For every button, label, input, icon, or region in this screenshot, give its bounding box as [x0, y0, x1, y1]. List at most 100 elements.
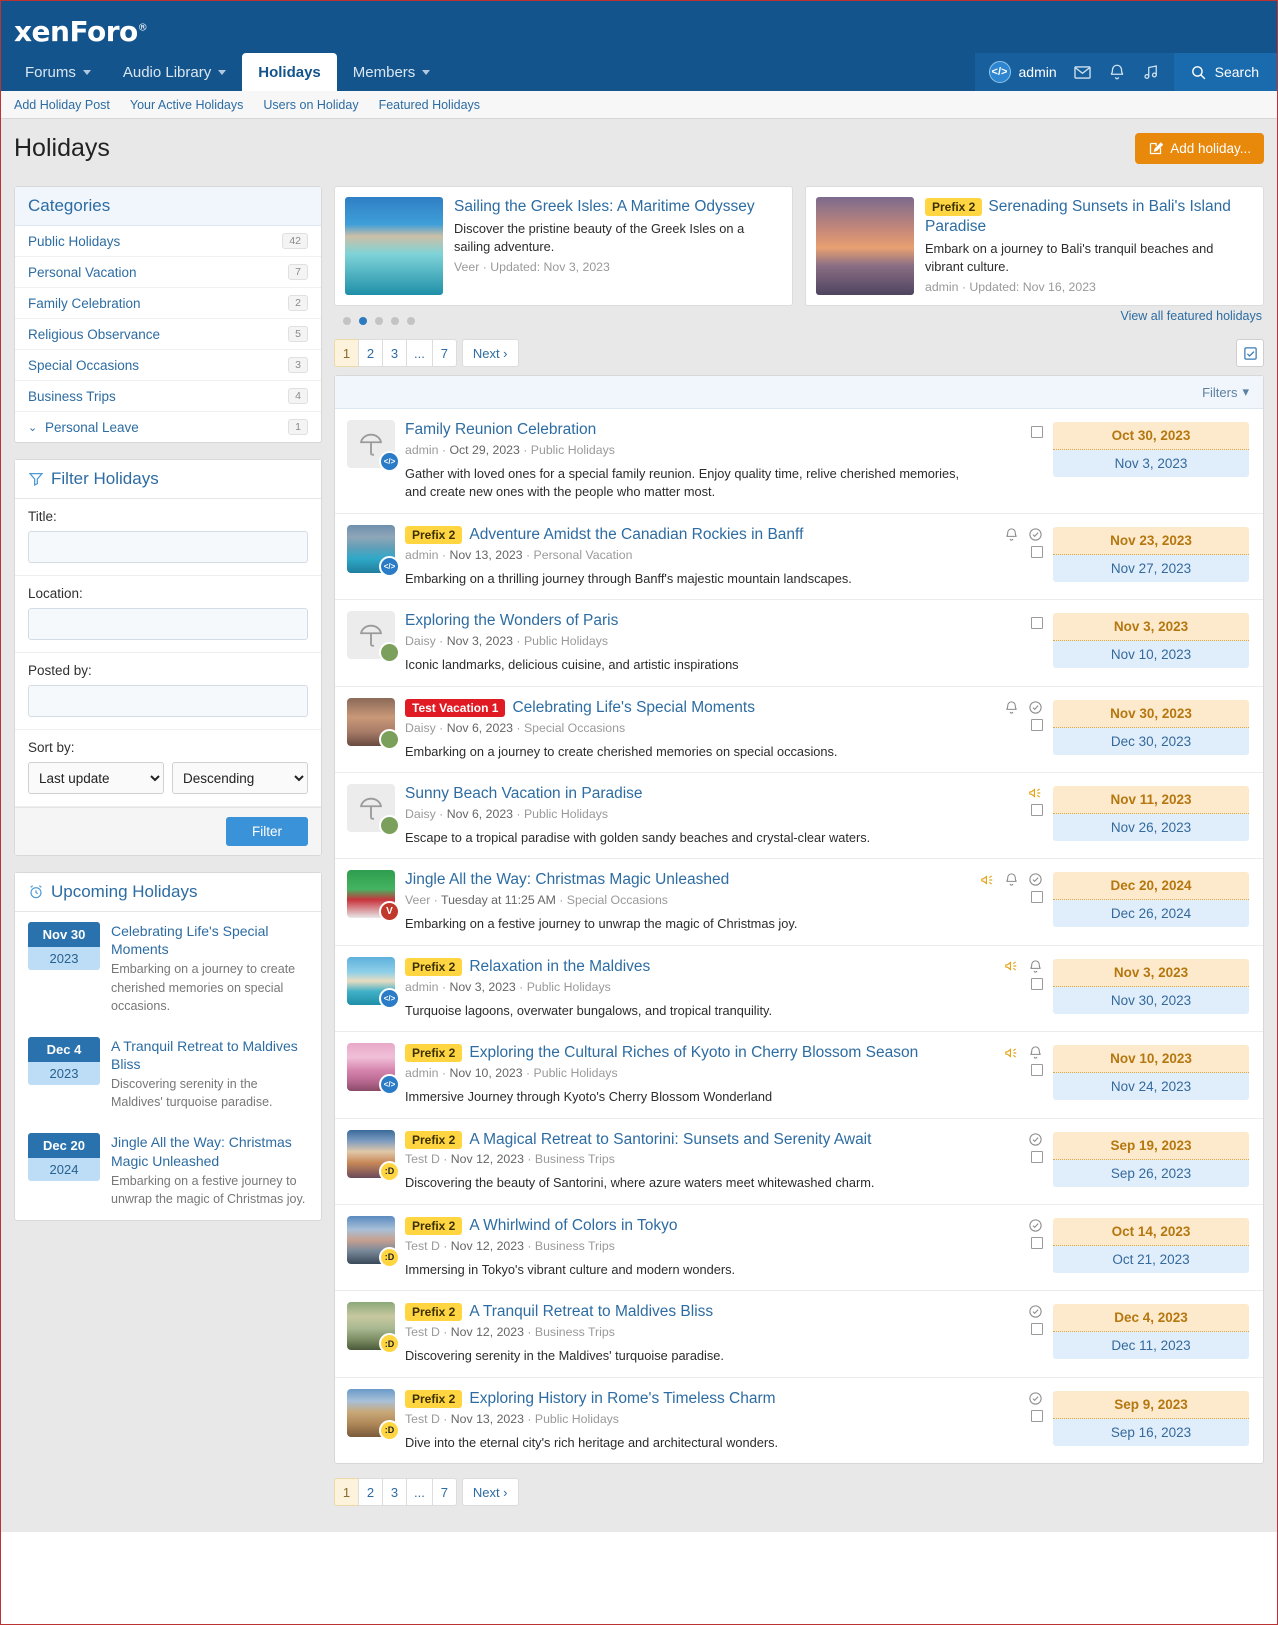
filter-input-posted-by[interactable] [28, 685, 308, 717]
category-item-public-holidays[interactable]: Public Holidays42 [15, 226, 321, 257]
holiday-row[interactable]: </>Prefix 2Adventure Amidst the Canadian… [335, 514, 1263, 600]
category-item-personal-vacation[interactable]: Personal Vacation7 [15, 257, 321, 288]
nav-tab-audio-library[interactable]: Audio Library [107, 53, 242, 91]
subnav-item-users-on-holiday[interactable]: Users on Holiday [263, 98, 358, 112]
carousel-dot[interactable] [359, 317, 367, 325]
carousel-dot[interactable] [375, 317, 383, 325]
holiday-title-link[interactable]: Exploring the Wonders of Paris [405, 611, 618, 631]
search-button[interactable]: Search [1174, 53, 1277, 91]
page-link-1[interactable]: 1 [334, 339, 359, 367]
chevron-down-icon[interactable]: ⌄ [28, 421, 39, 434]
page-link-2[interactable]: 2 [358, 1478, 383, 1506]
author-avatar[interactable]: </> [347, 525, 395, 573]
upcoming-title-link[interactable]: A Tranquil Retreat to Maldives Bliss [111, 1037, 308, 1073]
holiday-title-link[interactable]: A Whirlwind of Colors in Tokyo [469, 1216, 677, 1236]
holiday-author[interactable]: admin [405, 548, 439, 562]
holiday-title-link[interactable]: A Magical Retreat to Santorini: Sunsets … [469, 1130, 871, 1150]
prefix-badge[interactable]: Prefix 2 [405, 1217, 462, 1235]
holiday-category[interactable]: Public Holidays [534, 1066, 618, 1080]
holiday-title-link[interactable]: Exploring History in Rome's Timeless Cha… [469, 1389, 775, 1409]
holiday-category[interactable]: Public Holidays [524, 634, 608, 648]
holiday-title-link[interactable]: Family Reunion Celebration [405, 420, 596, 440]
holiday-author[interactable]: Veer [405, 893, 430, 907]
author-avatar[interactable] [347, 611, 395, 659]
holiday-title-link[interactable]: Adventure Amidst the Canadian Rockies in… [469, 525, 803, 545]
holiday-author[interactable]: Daisy [405, 807, 436, 821]
holiday-title-link[interactable]: Exploring the Cultural Riches of Kyoto i… [469, 1043, 918, 1063]
carousel-dot[interactable] [343, 317, 351, 325]
add-holiday-button[interactable]: Add holiday... [1135, 133, 1264, 164]
upcoming-item[interactable]: Dec 42023A Tranquil Retreat to Maldives … [15, 1027, 321, 1124]
inbox-icon[interactable] [1073, 63, 1092, 82]
author-avatar[interactable] [347, 698, 395, 746]
next-page-button[interactable]: Next › [462, 339, 519, 367]
prefix-badge[interactable]: Test Vacation 1 [405, 699, 505, 717]
music-note-icon[interactable] [1142, 63, 1160, 81]
category-item-religious-observance[interactable]: Religious Observance5 [15, 319, 321, 350]
prefix-badge[interactable]: Prefix 2 [405, 1131, 462, 1149]
row-checkbox[interactable] [1031, 1151, 1043, 1163]
carousel-dot[interactable] [407, 317, 415, 325]
holiday-row[interactable]: Exploring the Wonders of ParisDaisy · No… [335, 600, 1263, 686]
holiday-title-link[interactable]: Relaxation in the Maldives [469, 957, 650, 977]
holiday-author[interactable]: Daisy [405, 721, 436, 735]
holiday-author[interactable]: Test D [405, 1412, 440, 1426]
page-link-ellipsisellipsisellipsis[interactable]: ... [406, 1478, 433, 1506]
nav-tab-members[interactable]: Members [337, 53, 447, 91]
row-checkbox[interactable] [1031, 978, 1043, 990]
row-checkbox[interactable] [1031, 426, 1043, 438]
filter-input-title[interactable] [28, 531, 308, 563]
nav-tab-forums[interactable]: Forums [9, 53, 107, 91]
holiday-row[interactable]: VJingle All the Way: Christmas Magic Unl… [335, 859, 1263, 945]
subnav-item-your-active-holidays[interactable]: Your Active Holidays [130, 98, 244, 112]
prefix-badge[interactable]: Prefix 2 [405, 1390, 462, 1408]
author-avatar[interactable]: </> [347, 420, 395, 468]
account-menu[interactable]: </> admin [989, 61, 1057, 83]
filter-submit-button[interactable]: Filter [226, 817, 308, 846]
upcoming-title-link[interactable]: Celebrating Life's Special Moments [111, 922, 308, 958]
next-page-button[interactable]: Next › [462, 1478, 519, 1506]
prefix-badge[interactable]: Prefix 2 [405, 1303, 462, 1321]
holiday-row[interactable]: </>Prefix 2Relaxation in the Maldivesadm… [335, 946, 1263, 1032]
site-logo[interactable]: xenForo® [14, 15, 147, 48]
holiday-row[interactable]: </>Prefix 2Exploring the Cultural Riches… [335, 1032, 1263, 1118]
featured-title-link[interactable]: Prefix 2Serenading Sunsets in Bali's Isl… [925, 197, 1253, 237]
holiday-category[interactable]: Special Occasions [567, 893, 668, 907]
nav-tab-holidays[interactable]: Holidays [242, 53, 337, 91]
category-item-special-occasions[interactable]: Special Occasions3 [15, 350, 321, 381]
featured-title-link[interactable]: Sailing the Greek Isles: A Maritime Odys… [454, 197, 782, 217]
holiday-author[interactable]: Test D [405, 1325, 440, 1339]
upcoming-item[interactable]: Nov 302023Celebrating Life's Special Mom… [15, 912, 321, 1027]
subnav-item-add-holiday-post[interactable]: Add Holiday Post [14, 98, 110, 112]
category-item-family-celebration[interactable]: Family Celebration2 [15, 288, 321, 319]
filters-dropdown[interactable]: Filters ▾ [1202, 384, 1249, 400]
author-avatar[interactable]: :D [347, 1302, 395, 1350]
author-avatar[interactable]: :D [347, 1130, 395, 1178]
author-avatar[interactable]: </> [347, 957, 395, 1005]
sort-direction-select[interactable]: Descending [172, 762, 308, 794]
row-checkbox[interactable] [1031, 1410, 1043, 1422]
holiday-author[interactable]: admin [405, 980, 439, 994]
row-checkbox[interactable] [1031, 804, 1043, 816]
bell-icon[interactable] [1108, 63, 1126, 81]
holiday-category[interactable]: Personal Vacation [534, 548, 633, 562]
holiday-row[interactable]: Test Vacation 1Celebrating Life's Specia… [335, 687, 1263, 773]
holiday-category[interactable]: Special Occasions [524, 721, 625, 735]
sort-by-select[interactable]: Last update [28, 762, 164, 794]
holiday-author[interactable]: Test D [405, 1152, 440, 1166]
holiday-row[interactable]: :DPrefix 2A Tranquil Retreat to Maldives… [335, 1291, 1263, 1377]
holiday-category[interactable]: Business Trips [535, 1239, 615, 1253]
holiday-title-link[interactable]: Sunny Beach Vacation in Paradise [405, 784, 643, 804]
author-avatar[interactable] [347, 784, 395, 832]
holiday-row[interactable]: Sunny Beach Vacation in ParadiseDaisy · … [335, 773, 1263, 859]
page-link-3[interactable]: 3 [382, 339, 407, 367]
page-link-2[interactable]: 2 [358, 339, 383, 367]
prefix-badge[interactable]: Prefix 2 [405, 1044, 462, 1062]
page-link-7[interactable]: 7 [432, 339, 457, 367]
row-checkbox[interactable] [1031, 719, 1043, 731]
row-checkbox[interactable] [1031, 891, 1043, 903]
row-checkbox[interactable] [1031, 1064, 1043, 1076]
author-avatar[interactable]: V [347, 870, 395, 918]
holiday-category[interactable]: Business Trips [535, 1325, 615, 1339]
holiday-row[interactable]: :DPrefix 2Exploring History in Rome's Ti… [335, 1378, 1263, 1463]
